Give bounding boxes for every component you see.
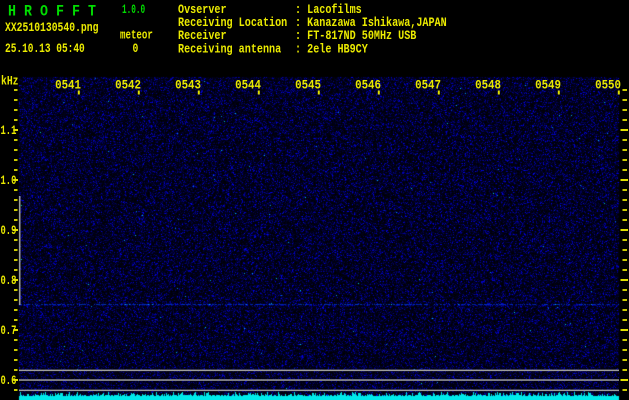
- svg-text:: Kanazawa Ishikawa,JAPAN: : Kanazawa Ishikawa,JAPAN: [295, 17, 447, 30]
- svg-text:0549: 0549: [535, 78, 561, 93]
- svg-text:Ovserver: Ovserver: [178, 4, 227, 17]
- svg-text:0: 0: [133, 43, 139, 56]
- svg-text:0547: 0547: [415, 78, 441, 93]
- svg-text:0550: 0550: [595, 78, 621, 93]
- svg-text:meteor: meteor: [120, 29, 153, 43]
- svg-text:0541: 0541: [55, 78, 81, 93]
- svg-text:XX2510130540.png: XX2510130540.png: [5, 22, 99, 35]
- svg-text:: Lacofilms: : Lacofilms: [295, 4, 362, 17]
- svg-text:Receiving antenna: Receiving antenna: [178, 44, 281, 57]
- svg-text:H R O F F T: H R O F F T: [8, 3, 96, 20]
- svg-text:0545: 0545: [295, 78, 321, 93]
- svg-text:0543: 0543: [175, 78, 201, 93]
- svg-text:0544: 0544: [235, 78, 261, 93]
- svg-text:: FT-817ND 50MHz USB: : FT-817ND 50MHz USB: [295, 30, 417, 43]
- svg-text:0.8: 0.8: [1, 275, 17, 289]
- svg-text:1.0.0: 1.0.0: [122, 3, 145, 17]
- svg-text:0548: 0548: [475, 78, 501, 93]
- svg-text:0546: 0546: [355, 78, 381, 93]
- svg-text:: 2ele HB9CY: : 2ele HB9CY: [295, 44, 368, 57]
- svg-text:kHz: kHz: [1, 76, 19, 89]
- svg-text:1.1: 1.1: [1, 125, 17, 139]
- svg-text:Receiving Location: Receiving Location: [178, 17, 287, 30]
- svg-text:Receiver: Receiver: [178, 30, 227, 43]
- svg-text:0.7: 0.7: [1, 325, 17, 339]
- svg-text:0.9: 0.9: [1, 225, 17, 239]
- svg-text:25.10.13 05:40: 25.10.13 05:40: [5, 43, 85, 57]
- svg-text:1.0: 1.0: [1, 175, 17, 189]
- svg-text:0542: 0542: [115, 78, 141, 93]
- svg-text:0.6: 0.6: [1, 375, 17, 389]
